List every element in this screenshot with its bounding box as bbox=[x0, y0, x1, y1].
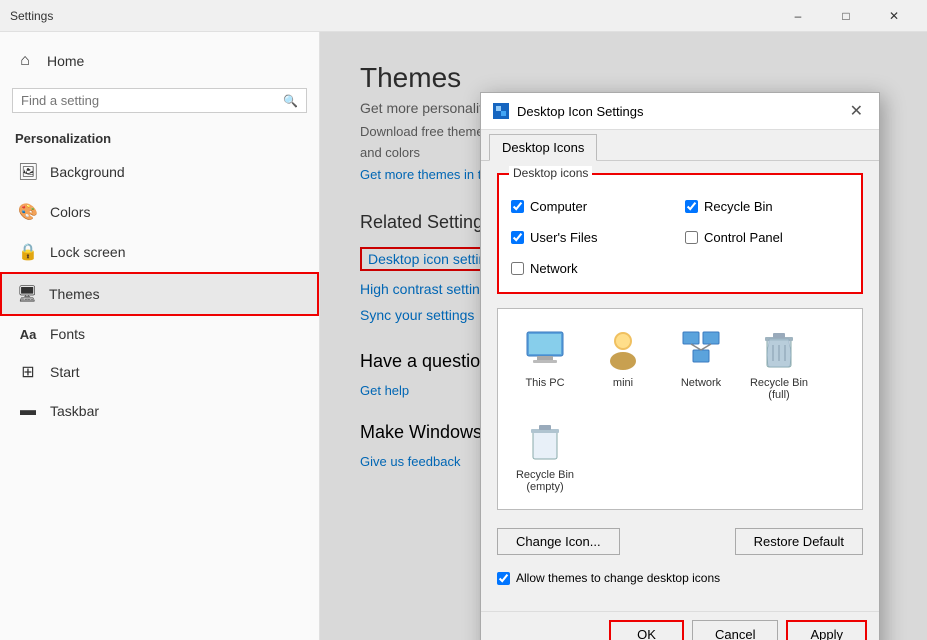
themes-icon: 🖥 bbox=[17, 284, 37, 304]
home-icon: ⌂ bbox=[15, 52, 35, 70]
desktop-icons-groupbox: Desktop icons Computer Recycle Bin bbox=[497, 173, 863, 294]
search-icon: 🔍 bbox=[283, 94, 298, 108]
sidebar-themes-label: Themes bbox=[49, 286, 100, 302]
sidebar-item-home[interactable]: ⌂ Home bbox=[0, 42, 319, 80]
icon-mini[interactable]: mini bbox=[588, 321, 658, 393]
this-pc-icon-visual bbox=[521, 325, 569, 373]
icon-network[interactable]: Network bbox=[666, 321, 736, 393]
cancel-button[interactable]: Cancel bbox=[692, 620, 778, 640]
dialog-app-icon bbox=[493, 103, 509, 119]
dialog-footer: OK Cancel Apply bbox=[481, 611, 879, 640]
sidebar-start-label: Start bbox=[50, 364, 80, 380]
sidebar-item-start[interactable]: ⊞ Start bbox=[0, 352, 319, 392]
network-checkbox[interactable] bbox=[511, 262, 524, 275]
groupbox-title: Desktop icons bbox=[509, 166, 592, 180]
taskbar-icon: ▬ bbox=[18, 402, 38, 420]
sidebar: ⌂ Home 🔍 Personalization 🖼 Background 🎨 … bbox=[0, 32, 320, 640]
recycle-bin-checkbox[interactable] bbox=[685, 200, 698, 213]
network-label: Network bbox=[530, 261, 578, 276]
control-panel-label: Control Panel bbox=[704, 230, 783, 245]
sidebar-lock-label: Lock screen bbox=[50, 244, 125, 260]
dialog-overlay: Desktop Icon Settings ✕ Desktop Icons De… bbox=[320, 32, 927, 640]
sidebar-background-label: Background bbox=[50, 164, 125, 180]
sidebar-fonts-label: Fonts bbox=[50, 326, 85, 342]
main-layout: ⌂ Home 🔍 Personalization 🖼 Background 🎨 … bbox=[0, 32, 927, 640]
checkbox-network[interactable]: Network bbox=[511, 261, 675, 276]
start-icon: ⊞ bbox=[18, 362, 38, 382]
sidebar-item-fonts[interactable]: Aa Fonts bbox=[0, 316, 319, 352]
users-files-checkbox[interactable] bbox=[511, 231, 524, 244]
allow-themes-checkbox[interactable] bbox=[497, 572, 510, 585]
change-icon-button[interactable]: Change Icon... bbox=[497, 528, 620, 555]
window-title: Settings bbox=[10, 9, 53, 23]
icon-this-pc[interactable]: This PC bbox=[510, 321, 580, 393]
sidebar-item-lock-screen[interactable]: 🔒 Lock screen bbox=[0, 232, 319, 272]
title-bar: Settings – □ ✕ bbox=[0, 0, 927, 32]
computer-checkbox[interactable] bbox=[511, 200, 524, 213]
network-label: Network bbox=[681, 377, 721, 389]
apply-button[interactable]: Apply bbox=[786, 620, 867, 640]
checkbox-computer[interactable]: Computer bbox=[511, 199, 675, 214]
sidebar-colors-label: Colors bbox=[50, 204, 90, 220]
close-button[interactable]: ✕ bbox=[871, 6, 917, 26]
checkbox-recycle-bin[interactable]: Recycle Bin bbox=[685, 199, 849, 214]
dialog-tab-desktop-icons[interactable]: Desktop Icons bbox=[489, 134, 597, 161]
recycle-full-icon-visual bbox=[755, 325, 803, 373]
recycle-full-label: Recycle Bin (full) bbox=[750, 377, 808, 401]
icon-preview-area: This PC bbox=[497, 308, 863, 510]
lock-icon: 🔒 bbox=[18, 242, 38, 262]
search-area: 🔍 bbox=[0, 80, 319, 121]
dialog-tabs: Desktop Icons bbox=[481, 130, 879, 161]
checkbox-control-panel[interactable]: Control Panel bbox=[685, 230, 849, 245]
ok-button[interactable]: OK bbox=[609, 620, 684, 640]
allow-themes-row: Allow themes to change desktop icons bbox=[497, 571, 863, 585]
main-content: Themes Get more personality in Windows D… bbox=[320, 32, 927, 640]
colors-icon: 🎨 bbox=[18, 202, 38, 222]
background-icon: 🖼 bbox=[18, 162, 38, 182]
sidebar-item-themes[interactable]: 🖥 Themes bbox=[0, 272, 319, 316]
dialog-body: Desktop icons Computer Recycle Bin bbox=[481, 161, 879, 611]
sidebar-item-taskbar[interactable]: ▬ Taskbar bbox=[0, 392, 319, 430]
checkbox-users-files[interactable]: User's Files bbox=[511, 230, 675, 245]
settings-window: Settings – □ ✕ ⌂ Home 🔍 Personalization … bbox=[0, 0, 927, 640]
sidebar-section-label: Personalization bbox=[0, 121, 319, 152]
mini-label: mini bbox=[613, 377, 633, 389]
home-label: Home bbox=[47, 53, 84, 69]
search-box[interactable]: 🔍 bbox=[12, 88, 307, 113]
desktop-icon-settings-dialog: Desktop Icon Settings ✕ Desktop Icons De… bbox=[480, 92, 880, 640]
recycle-bin-label: Recycle Bin bbox=[704, 199, 773, 214]
dialog-title-area: Desktop Icon Settings bbox=[493, 103, 643, 119]
recycle-empty-label: Recycle Bin (empty) bbox=[516, 469, 574, 493]
this-pc-label: This PC bbox=[525, 377, 564, 389]
computer-label: Computer bbox=[530, 199, 587, 214]
recycle-empty-icon-visual bbox=[521, 417, 569, 465]
dialog-action-row: Change Icon... Restore Default bbox=[497, 522, 863, 561]
sidebar-item-background[interactable]: 🖼 Background bbox=[0, 152, 319, 192]
control-panel-checkbox[interactable] bbox=[685, 231, 698, 244]
dialog-title-text: Desktop Icon Settings bbox=[517, 104, 643, 119]
allow-themes-label: Allow themes to change desktop icons bbox=[516, 571, 720, 585]
restore-default-button[interactable]: Restore Default bbox=[735, 528, 863, 555]
window-controls: – □ ✕ bbox=[775, 6, 917, 26]
fonts-icon: Aa bbox=[18, 327, 38, 342]
network-icon-visual bbox=[677, 325, 725, 373]
dialog-close-button[interactable]: ✕ bbox=[846, 101, 867, 121]
search-input[interactable] bbox=[21, 93, 283, 108]
sidebar-item-colors[interactable]: 🎨 Colors bbox=[0, 192, 319, 232]
sidebar-taskbar-label: Taskbar bbox=[50, 403, 99, 419]
minimize-button[interactable]: – bbox=[775, 6, 821, 26]
icon-recycle-full[interactable]: Recycle Bin (full) bbox=[744, 321, 814, 405]
icon-recycle-empty[interactable]: Recycle Bin (empty) bbox=[510, 413, 580, 497]
checkboxes-grid: Computer Recycle Bin User's Files bbox=[511, 193, 849, 282]
users-files-label: User's Files bbox=[530, 230, 598, 245]
icon-grid-row2: Recycle Bin (empty) bbox=[510, 413, 850, 497]
dialog-titlebar: Desktop Icon Settings ✕ bbox=[481, 93, 879, 130]
mini-icon-visual bbox=[599, 325, 647, 373]
maximize-button[interactable]: □ bbox=[823, 6, 869, 26]
icon-grid: This PC bbox=[510, 321, 850, 405]
